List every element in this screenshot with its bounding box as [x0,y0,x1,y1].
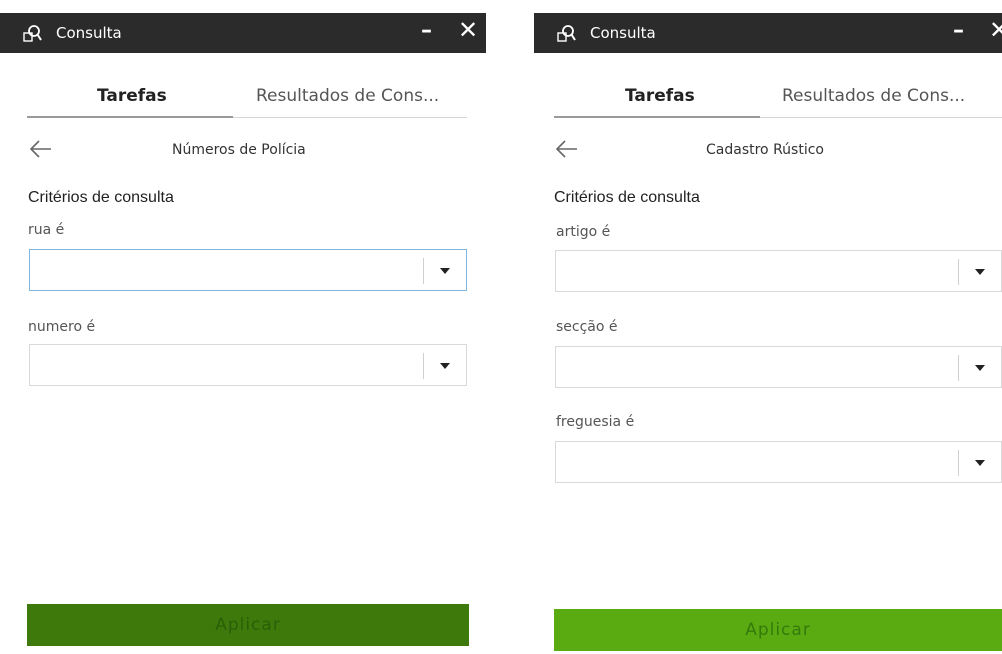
window-title: Consulta [590,24,656,42]
caret-down-icon[interactable] [975,365,985,371]
caret-down-icon[interactable] [975,269,985,275]
arrow-left-icon[interactable] [554,137,580,161]
query-name: Cadastro Rústico [706,142,824,158]
panel-titlebar: Consulta – ✕ [534,13,1002,53]
freguesia-select[interactable] [555,441,1002,483]
query-panel-cadastro: Consulta – ✕ Tarefas Resultados de Cons.… [534,0,1002,654]
field-label-numero: numero é [28,319,96,335]
query-panel-numeros: Consulta – ✕ Tarefas Resultados de Cons.… [0,0,486,654]
query-search-icon [557,25,576,42]
arrow-left-icon[interactable] [28,137,54,161]
close-button[interactable]: ✕ [989,15,1002,45]
numero-select[interactable] [29,344,467,386]
select-divider [958,355,959,381]
seccao-select[interactable] [555,346,1002,388]
select-divider [958,259,959,285]
tab-bar: Tarefas Resultados de Cons... [554,78,1002,118]
tab-resultados[interactable]: Resultados de Cons... [256,84,439,108]
select-divider [958,450,959,476]
minimize-button[interactable]: – [421,17,432,45]
query-header: Cadastro Rústico [534,135,1002,165]
caret-down-icon[interactable] [975,460,985,466]
active-tab-indicator [554,116,760,118]
tab-tarefas[interactable]: Tarefas [625,84,695,108]
tab-bar: Tarefas Resultados de Cons... [27,78,467,118]
tab-tarefas[interactable]: Tarefas [97,84,167,108]
caret-down-icon[interactable] [440,363,450,369]
minimize-button[interactable]: – [953,17,964,45]
apply-button[interactable]: Aplicar [27,604,469,646]
criteria-heading: Critérios de consulta [28,189,174,206]
criteria-heading: Critérios de consulta [554,189,700,206]
field-label-freguesia: freguesia é [556,414,635,430]
query-search-icon [23,25,42,42]
rua-select[interactable] [29,249,467,291]
field-label-artigo: artigo é [556,224,611,240]
field-label-rua: rua é [28,222,65,238]
query-name: Números de Polícia [172,142,306,158]
query-header: Números de Polícia [0,135,486,165]
tab-resultados[interactable]: Resultados de Cons... [782,84,965,108]
panel-titlebar: Consulta – ✕ [0,13,486,53]
caret-down-icon[interactable] [440,268,450,274]
field-label-seccao: secção é [556,319,618,335]
window-title: Consulta [56,24,122,42]
apply-button[interactable]: Aplicar [554,609,1002,651]
artigo-select[interactable] [555,250,1002,292]
select-divider [423,353,424,379]
select-divider [423,258,424,284]
active-tab-indicator [27,116,233,118]
close-button[interactable]: ✕ [458,15,478,45]
